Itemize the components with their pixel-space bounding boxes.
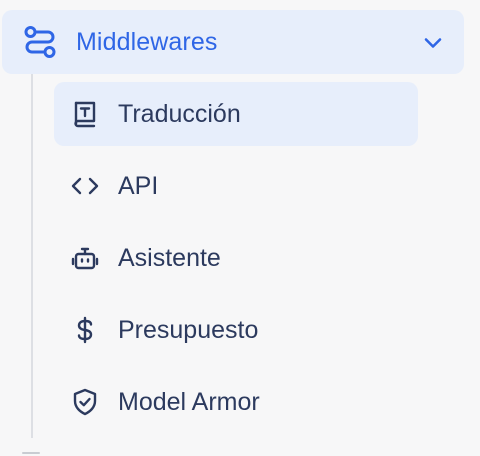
sidebar-nav: Middlewares Traducción API Asistente Pre…: [0, 0, 480, 456]
nav-item-label: Traducción: [118, 100, 241, 128]
nav-item-model-armor[interactable]: Model Armor: [54, 370, 418, 434]
nav-item-label: Asistente: [118, 244, 221, 272]
dollar-icon: [70, 315, 100, 345]
tree-guide-line: [31, 74, 33, 438]
chevron-down-icon[interactable]: [420, 30, 446, 56]
middlewares-group-toggle[interactable]: Middlewares: [2, 10, 464, 74]
translate-book-icon: [70, 99, 100, 129]
route-icon: [22, 24, 58, 60]
nav-item-label: API: [118, 172, 159, 200]
bot-icon: [70, 243, 100, 273]
nav-item-label: Presupuesto: [118, 316, 259, 344]
nav-item-traduccion[interactable]: Traducción: [54, 82, 418, 146]
group-label: Middlewares: [76, 28, 218, 56]
shield-check-icon: [70, 387, 100, 417]
nav-item-label: Model Armor: [118, 388, 260, 416]
next-section-hint: [22, 452, 40, 454]
code-icon: [70, 171, 100, 201]
nav-item-api[interactable]: API: [54, 154, 418, 218]
nav-item-asistente[interactable]: Asistente: [54, 226, 418, 290]
nav-item-presupuesto[interactable]: Presupuesto: [54, 298, 418, 362]
